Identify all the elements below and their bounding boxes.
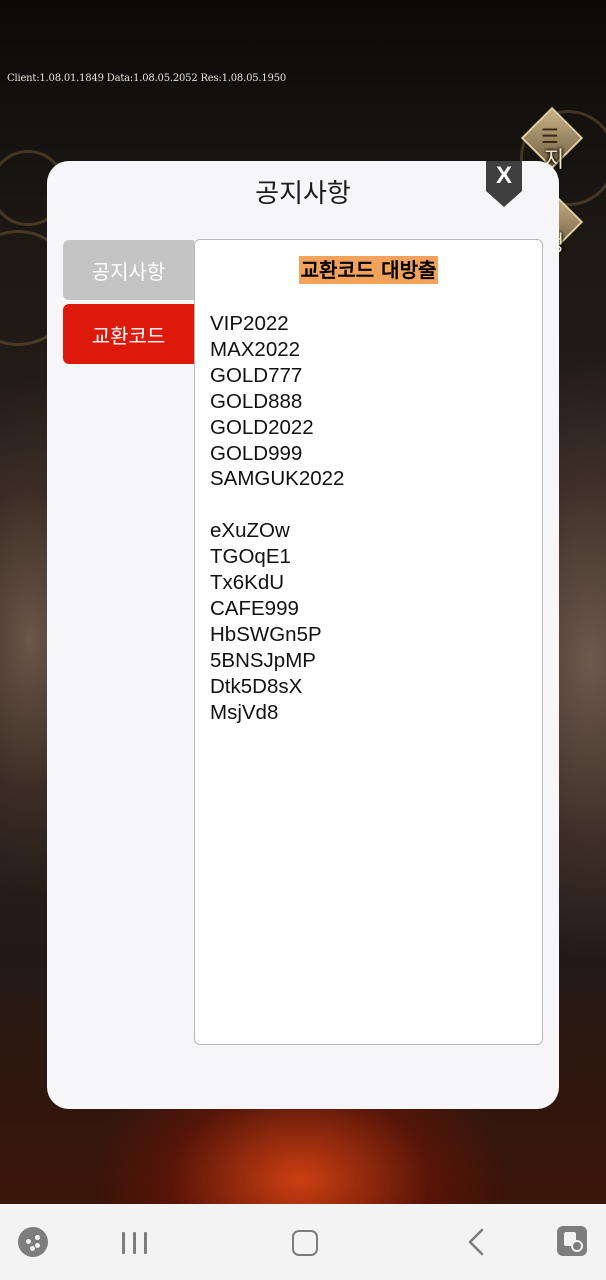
code-item: HbSWGn5P [210, 622, 322, 646]
system-navigation-bar [0, 1204, 606, 1280]
code-item: TGOqE1 [210, 545, 291, 569]
home-icon[interactable] [292, 1230, 318, 1256]
back-icon[interactable] [466, 1228, 486, 1256]
code-spacer [210, 492, 344, 518]
close-icon: X [495, 162, 512, 189]
code-item: GOLD999 [210, 441, 303, 465]
dpad-dot [26, 1239, 31, 1244]
recent-bar [144, 1232, 147, 1254]
recent-apps-icon[interactable] [122, 1232, 148, 1254]
tab-notice[interactable]: 공지사항 [63, 240, 194, 300]
code-item: VIP2022 [210, 312, 289, 335]
code-item: eXuZOw [210, 519, 290, 543]
version-info: Client:1.08.01.1849 Data:1.08.05.2052 Re… [7, 73, 287, 84]
dpad-dot [30, 1246, 35, 1251]
code-item: GOLD777 [210, 363, 303, 387]
code-item: GOLD888 [210, 389, 303, 413]
notice-side-button[interactable]: ☰ 지 [520, 106, 584, 173]
code-item: MsjVd8 [210, 700, 279, 724]
headline-wrap: 교환코드 대방출 [195, 256, 542, 284]
back-chevron-icon [468, 1228, 484, 1256]
close-button[interactable]: X [486, 161, 522, 207]
code-item: CAFE999 [210, 596, 299, 620]
dialog-title: 공지사항 [255, 179, 351, 209]
code-item: SAMGUK2022 [210, 467, 345, 491]
game-launcher-icon[interactable] [18, 1227, 48, 1257]
dpad-dot [35, 1235, 40, 1240]
content-panel: 교환코드 대방출 VIP2022 MAX2022 GOLD777 GOLD888… [194, 239, 543, 1045]
tools-glyph-icon [564, 1232, 583, 1252]
tab-exchange-code[interactable]: 교환코드 [63, 304, 194, 364]
recent-bar [133, 1232, 136, 1254]
code-item: Tx6KdU [210, 571, 285, 595]
content-headline: 교환코드 대방출 [298, 256, 439, 284]
code-item: 5BNSJpMP [210, 648, 316, 672]
code-list: VIP2022 MAX2022 GOLD777 GOLD888 GOLD2022… [210, 311, 344, 725]
game-tools-icon[interactable] [557, 1226, 587, 1256]
code-item: Dtk5D8sX [210, 674, 303, 698]
code-item: MAX2022 [210, 337, 301, 361]
recent-bar [122, 1232, 125, 1254]
notice-dialog: 공지사항 X 공지사항 교환코드 교환코드 대방출 VIP2022 MAX202… [47, 161, 559, 1109]
dpad-dot [35, 1243, 40, 1248]
close-button-tip [486, 191, 522, 207]
code-item: GOLD2022 [210, 415, 314, 439]
